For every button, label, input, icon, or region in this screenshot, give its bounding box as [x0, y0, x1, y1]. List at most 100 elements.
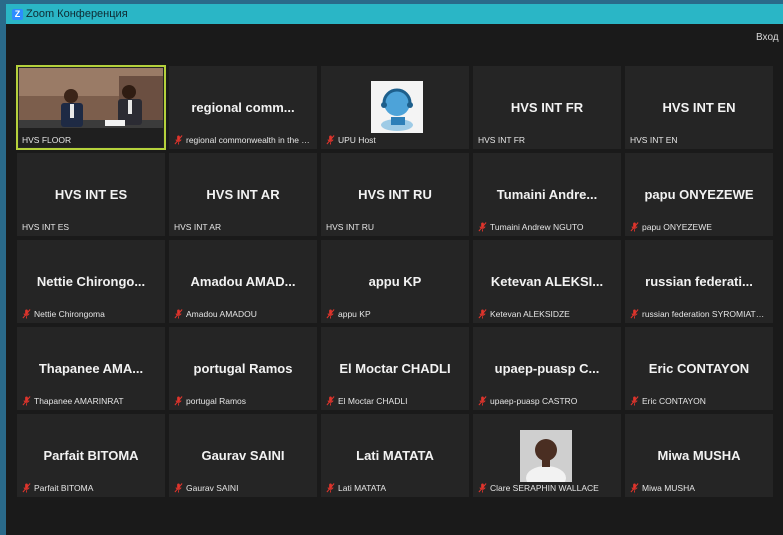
participant-display-name: Ketevan ALEKSI... [490, 274, 604, 289]
participant-name-text: regional commonwealth in the fiel... [186, 135, 311, 145]
participant-display-name: Parfait BITOMA [43, 448, 139, 463]
participant-name-text: Eric CONTAYON [642, 396, 706, 406]
participant-display-name: regional comm... [191, 100, 295, 115]
participant-name-label: Lati MATATA [326, 483, 463, 494]
participant-name-label: HVS INT RU [326, 222, 463, 233]
participant-name-text: Gaurav SAINI [186, 483, 239, 493]
participant-display-name: HVS INT AR [206, 187, 280, 202]
participant-name-text: Lati MATATA [338, 483, 387, 493]
participant-tile[interactable]: upaep-puasp C... upaep-puasp CASTRO [473, 327, 621, 410]
participant-display-name: appu KP [368, 274, 422, 289]
participant-tile[interactable]: HVS INT EN HVS INT EN [625, 66, 773, 149]
title-bar: Z Zoom Конференция [6, 4, 783, 24]
upu-avatar [371, 81, 423, 133]
login-button[interactable]: Вход [756, 32, 779, 44]
participant-tile[interactable]: portugal Ramos portugal Ramos [169, 327, 317, 410]
participant-name-label: Miwa MUSHA [630, 483, 767, 494]
participant-name-text: papu ONYEZEWE [642, 222, 712, 232]
participant-tile[interactable]: HVS FLOOR [16, 65, 166, 150]
participant-display-name: Nettie Chirongo... [36, 274, 146, 289]
participant-name-text: HVS INT EN [630, 135, 678, 145]
participant-display-name: papu ONYEZEWE [644, 187, 754, 202]
participant-display-name: HVS INT RU [358, 187, 432, 202]
participant-name-label: russian federation SYROMIATNIK... [630, 309, 767, 320]
participant-name-text: russian federation SYROMIATNIK... [642, 309, 767, 319]
participant-name-text: Tumaini Andrew NGUTO [490, 222, 584, 232]
participant-display-name: Tumaini Andre... [496, 187, 598, 202]
participant-name-label: Ketevan ALEKSIDZE [478, 309, 615, 320]
muted-mic-icon [478, 222, 487, 232]
muted-mic-icon [174, 135, 183, 145]
participant-tile[interactable]: Ketevan ALEKSI... Ketevan ALEKSIDZE [473, 240, 621, 323]
participant-name-label: HVS INT EN [630, 135, 767, 146]
participant-name-text: Parfait BITOMA [34, 483, 94, 493]
participant-name-label: portugal Ramos [174, 396, 311, 407]
participant-display-name: HVS INT ES [54, 187, 128, 202]
participant-tile[interactable]: El Moctar CHADLI El Moctar CHADLI [321, 327, 469, 410]
muted-mic-icon [22, 309, 31, 319]
participant-display-name: HVS INT EN [662, 100, 736, 115]
participant-name-label: Gaurav SAINI [174, 483, 311, 494]
participant-name-label: HVS INT FR [478, 135, 615, 146]
window-title: Zoom Конференция [26, 8, 128, 20]
participant-grid: HVS FLOOR regional comm... regional common… [16, 65, 779, 502]
participant-name-text: Ketevan ALEKSIDZE [490, 309, 570, 319]
participant-tile[interactable]: Nettie Chirongo... Nettie Chirongoma [17, 240, 165, 323]
participant-tile[interactable]: HVS INT FR HVS INT FR [473, 66, 621, 149]
muted-mic-icon [478, 396, 487, 406]
participant-name-label: Thapanee AMARINRAT [22, 396, 159, 407]
muted-mic-icon [326, 135, 335, 145]
muted-mic-icon [630, 222, 639, 232]
participant-display-name: Thapanee AMA... [38, 361, 144, 376]
participant-name-label: HVS INT AR [174, 222, 311, 233]
participant-display-name: Amadou AMAD... [190, 274, 296, 289]
participant-tile[interactable]: HVS INT RU HVS INT RU [321, 153, 469, 236]
participant-photo [520, 430, 572, 482]
participant-name-text: portugal Ramos [186, 396, 247, 406]
muted-mic-icon [22, 483, 31, 493]
participant-name-label: UPU Host [326, 135, 463, 146]
participant-tile[interactable]: Parfait BITOMA Parfait BITOMA [17, 414, 165, 497]
muted-mic-icon [630, 483, 639, 493]
participant-name-label: appu KP [326, 309, 463, 320]
participant-tile[interactable]: Clare SERAPHIN WALLACE [473, 414, 621, 497]
participant-tile[interactable]: appu KP appu KP [321, 240, 469, 323]
participant-tile[interactable]: Miwa MUSHA Miwa MUSHA [625, 414, 773, 497]
participant-name-label: HVS FLOOR [22, 135, 159, 146]
participant-tile[interactable]: Gaurav SAINI Gaurav SAINI [169, 414, 317, 497]
participant-name-label: Parfait BITOMA [22, 483, 159, 494]
participant-name-text: Miwa MUSHA [642, 483, 695, 493]
participant-tile[interactable]: UPU Host [321, 66, 469, 149]
participant-display-name: HVS INT FR [510, 100, 584, 115]
participant-name-label: Eric CONTAYON [630, 396, 767, 407]
participant-tile[interactable]: regional comm... regional commonwealth in… [169, 66, 317, 149]
participant-display-name: russian federati... [645, 274, 753, 289]
participant-tile[interactable]: HVS INT ES HVS INT ES [17, 153, 165, 236]
participant-name-text: upaep-puasp CASTRO [490, 396, 578, 406]
muted-mic-icon [326, 483, 335, 493]
participant-name-text: El Moctar CHADLI [338, 396, 408, 406]
participant-display-name: Gaurav SAINI [201, 448, 285, 463]
participant-tile[interactable]: Eric CONTAYON Eric CONTAYON [625, 327, 773, 410]
muted-mic-icon [22, 396, 31, 406]
muted-mic-icon [174, 309, 183, 319]
participant-tile[interactable]: Tumaini Andre... Tumaini Andrew NGUTO [473, 153, 621, 236]
zoom-app-icon: Z [12, 9, 23, 20]
muted-mic-icon [478, 483, 487, 493]
participant-tile[interactable]: russian federati... russian federation SY… [625, 240, 773, 323]
participant-display-name: portugal Ramos [193, 361, 293, 376]
muted-mic-icon [630, 396, 639, 406]
participant-name-text: Thapanee AMARINRAT [34, 396, 124, 406]
participant-display-name: Lati MATATA [356, 448, 434, 463]
muted-mic-icon [630, 309, 639, 319]
participant-name-text: Clare SERAPHIN WALLACE [490, 483, 599, 493]
participant-tile[interactable]: Thapanee AMA... Thapanee AMARINRAT [17, 327, 165, 410]
participant-tile[interactable]: papu ONYEZEWE papu ONYEZEWE [625, 153, 773, 236]
participant-tile[interactable]: Lati MATATA Lati MATATA [321, 414, 469, 497]
participant-tile[interactable]: HVS INT AR HVS INT AR [169, 153, 317, 236]
participant-name-text: Amadou AMADOU [186, 309, 257, 319]
participant-tile[interactable]: Amadou AMAD... Amadou AMADOU [169, 240, 317, 323]
participant-name-label: Nettie Chirongoma [22, 309, 159, 320]
participant-display-name: Miwa MUSHA [657, 448, 741, 463]
muted-mic-icon [174, 396, 183, 406]
